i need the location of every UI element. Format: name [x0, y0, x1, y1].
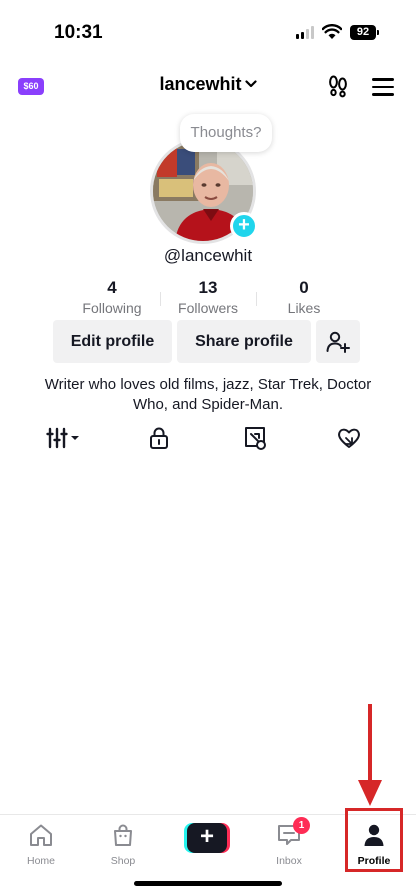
stat-label: Followers [178, 300, 238, 316]
create-button[interactable]: + [184, 823, 230, 853]
stat-label: Likes [287, 300, 321, 316]
profile-bio: Writer who loves old films, jazz, Star T… [44, 376, 372, 413]
tagged-icon[interactable] [242, 425, 268, 451]
inbox-badge: 1 [293, 817, 310, 834]
nav-inbox[interactable]: 1 Inbox [259, 817, 319, 867]
nav-home[interactable]: Home [11, 823, 71, 867]
nav-home-label: Home [26, 855, 55, 867]
edit-profile-button[interactable]: Edit profile [53, 320, 172, 363]
stat-label: Following [82, 300, 142, 316]
home-indicator [134, 881, 282, 886]
lock-icon[interactable] [146, 425, 172, 451]
profile-actions: Edit profile Share profile [53, 320, 360, 363]
plus-icon: + [187, 823, 227, 853]
content-tabs [0, 425, 416, 455]
profile-stats: 4 Following 13 Followers 0 Likes [64, 278, 352, 316]
footprints-icon[interactable] [326, 74, 350, 98]
username-label: lancewhit [159, 74, 242, 94]
add-person-icon [326, 331, 350, 353]
cellular-signal-icon [296, 26, 314, 39]
annotation-arrow [358, 704, 382, 806]
grid-filter-icon[interactable] [46, 425, 82, 451]
profile-avatar[interactable]: + [150, 138, 266, 244]
stat-likes[interactable]: 0 Likes [256, 278, 352, 316]
liked-icon[interactable] [336, 425, 362, 451]
thoughts-bubble[interactable]: Thoughts? [180, 114, 272, 152]
profile-handle: @lancewhit [163, 246, 253, 265]
status-bar: 10:31 92 [0, 0, 416, 64]
nav-inbox-label: Inbox [276, 855, 302, 867]
add-friend-button[interactable] [316, 320, 360, 363]
status-time: 10:31 [54, 22, 103, 43]
battery-indicator: 92 [350, 25, 379, 40]
shopping-bag-icon [114, 824, 132, 846]
menu-icon[interactable] [372, 78, 394, 96]
wifi-icon [322, 24, 342, 39]
stat-following[interactable]: 4 Following [64, 278, 160, 316]
add-story-button[interactable]: + [230, 212, 258, 240]
stat-value: 13 [198, 278, 218, 297]
stat-value: 0 [299, 278, 309, 297]
username-switcher[interactable]: lancewhit [0, 74, 416, 95]
annotation-highlight-box [345, 808, 403, 872]
nav-shop-label: Shop [110, 855, 136, 867]
nav-shop[interactable]: Shop [93, 823, 153, 867]
share-profile-button[interactable]: Share profile [177, 320, 311, 363]
stat-value: 4 [107, 278, 117, 297]
home-icon [30, 824, 52, 846]
chevron-down-icon [244, 80, 257, 88]
stat-followers[interactable]: 13 Followers [160, 278, 256, 316]
